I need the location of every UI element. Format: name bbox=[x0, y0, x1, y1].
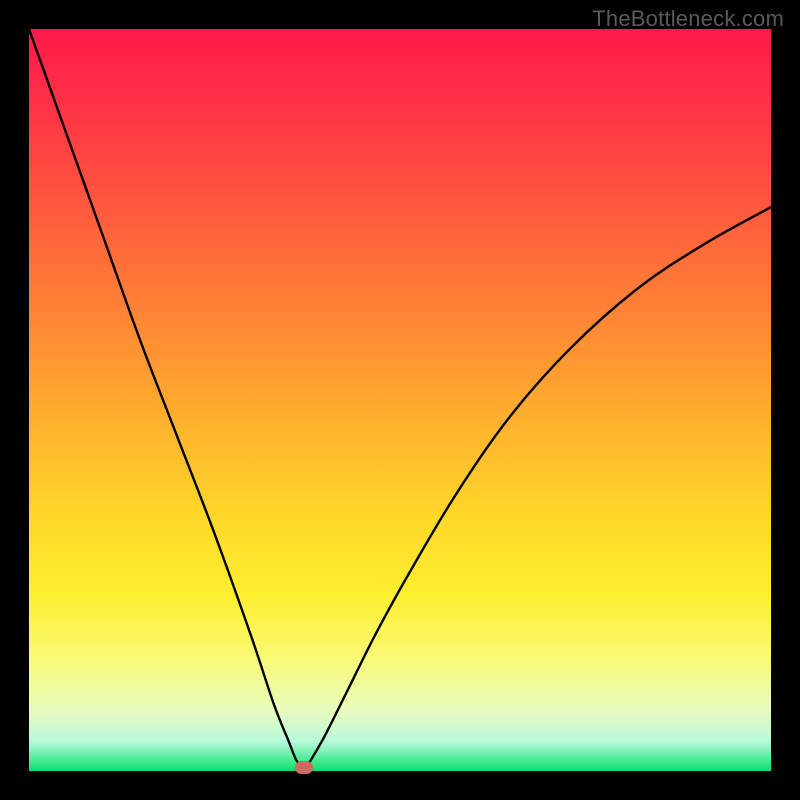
chart-plot-area bbox=[29, 29, 771, 771]
optimum-marker bbox=[295, 761, 313, 774]
watermark-label: TheBottleneck.com bbox=[592, 6, 784, 32]
